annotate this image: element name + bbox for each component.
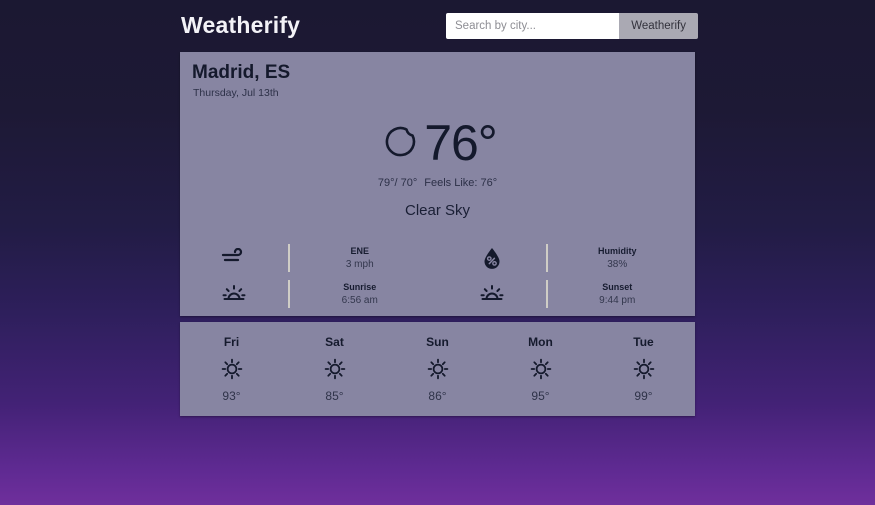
location-name: Madrid, ES [192, 62, 291, 83]
sunrise-icon [180, 282, 288, 306]
forecast-day-label: Sun [426, 335, 449, 349]
forecast-day-label: Sat [325, 335, 344, 349]
wind-icon [180, 248, 288, 268]
weather-app: Weatherify Weatherify Madrid, ES Thursda… [175, 0, 700, 505]
detail-sunset-text: Sunset 9:44 pm [548, 281, 696, 308]
forecast-temperature: 85° [325, 389, 344, 403]
wind-speed-value: 3 mph [345, 258, 374, 270]
detail-wind-text: ENE 3 mph [290, 245, 438, 272]
wind-direction-label: ENE [350, 245, 369, 256]
forecast-day-label: Fri [223, 335, 240, 349]
sunset-icon [438, 282, 546, 306]
sunrise-label: Sunrise [343, 281, 377, 292]
details-column-right: Humidity 38% Sunset 9:44 pm [438, 240, 696, 312]
sun-icon [180, 358, 283, 380]
detail-sunset: Sunset 9:44 pm [438, 276, 696, 312]
sunset-label: Sunset [602, 281, 633, 292]
search-bar: Weatherify [446, 13, 698, 39]
detail-humidity-text: Humidity 38% [548, 245, 696, 272]
current-temperature: 76° [424, 115, 498, 171]
humidity-icon [438, 246, 546, 270]
current-temperature-row: 76° [180, 118, 695, 168]
app-title: Weatherify [181, 12, 301, 38]
forecast-day-3: Mon 95° [489, 335, 592, 403]
forecast-temperature: 99° [634, 389, 653, 403]
forecast-temperature: 86° [428, 389, 447, 403]
search-submit-button[interactable]: Weatherify [619, 13, 698, 39]
crescent-moon-icon [378, 122, 420, 164]
forecast-card: Fri 93° Sat 85° Sun 86° Mon 95° Tue 99° [180, 322, 695, 416]
humidity-value: 38% [607, 258, 628, 270]
sun-icon [386, 358, 489, 380]
weather-details: ENE 3 mph Sunrise 6:56 am Humidity 38% S… [180, 240, 695, 312]
sunset-value: 9:44 pm [599, 294, 636, 306]
forecast-temperature: 95° [531, 389, 550, 403]
forecast-day-1: Sat 85° [283, 335, 386, 403]
current-date: Thursday, Jul 13th [193, 87, 279, 99]
detail-wind: ENE 3 mph [180, 240, 438, 276]
forecast-day-2: Sun 86° [386, 335, 489, 403]
current-weather-card: Madrid, ES Thursday, Jul 13th 76° 79°/ 7… [180, 52, 695, 316]
sun-icon [283, 358, 386, 380]
forecast-temperature: 93° [222, 389, 241, 403]
temperature-range: 79°/ 70° Feels Like: 76° [180, 177, 695, 189]
detail-humidity: Humidity 38% [438, 240, 696, 276]
sun-icon [489, 358, 592, 380]
forecast-day-label: Mon [528, 335, 553, 349]
detail-sunrise-text: Sunrise 6:56 am [290, 281, 438, 308]
details-column-left: ENE 3 mph Sunrise 6:56 am [180, 240, 438, 312]
sunrise-value: 6:56 am [341, 294, 378, 306]
feels-like-temperature: Feels Like: 76° [424, 177, 498, 189]
high-low-temperature: 79°/ 70° [377, 177, 418, 189]
weather-condition: Clear Sky [404, 202, 471, 219]
detail-sunrise: Sunrise 6:56 am [180, 276, 438, 312]
forecast-day-4: Tue 99° [592, 335, 695, 403]
forecast-day-0: Fri 93° [180, 335, 283, 403]
sun-icon [592, 358, 695, 380]
forecast-day-label: Tue [633, 335, 654, 349]
search-input[interactable] [446, 13, 620, 39]
app-header: Weatherify Weatherify [175, 0, 700, 52]
humidity-label: Humidity [597, 245, 637, 256]
